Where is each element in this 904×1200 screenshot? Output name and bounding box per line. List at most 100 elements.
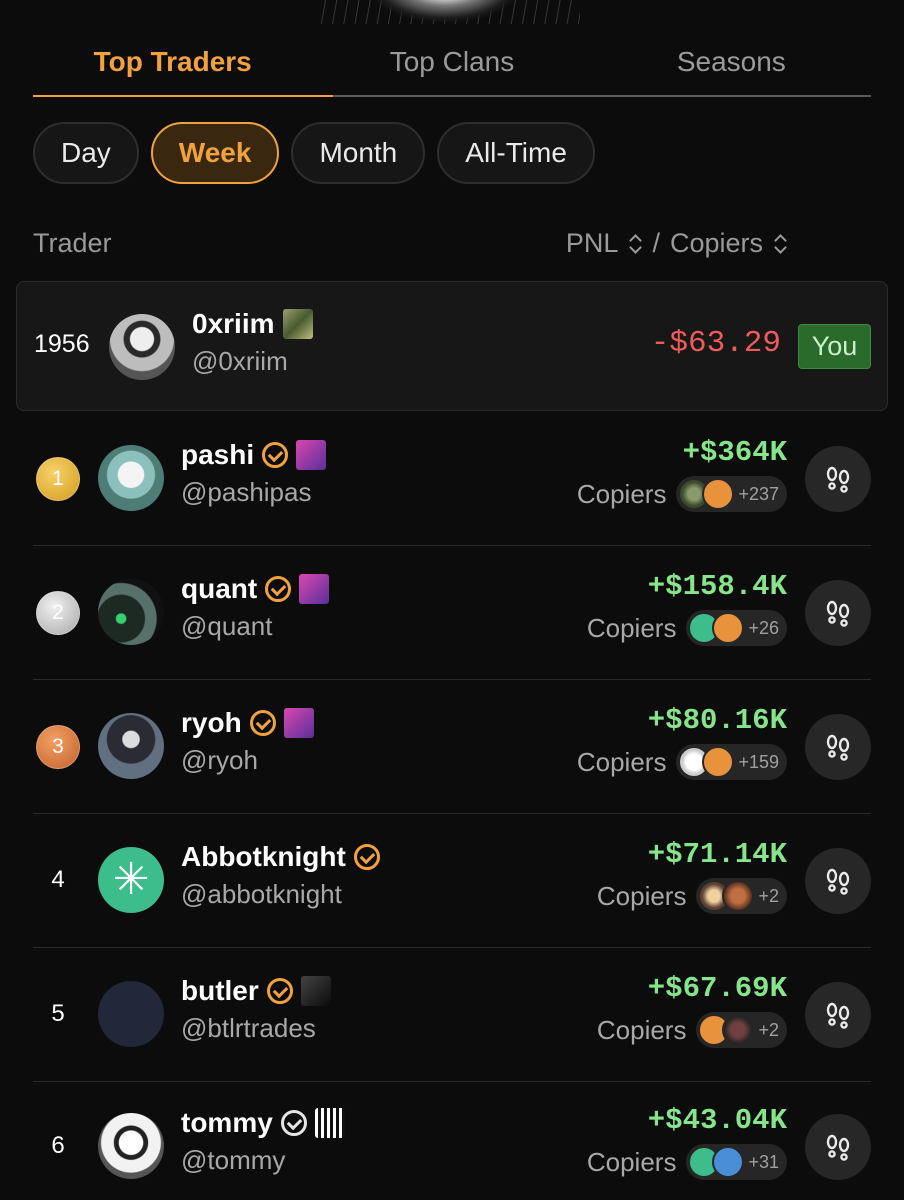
avatar (98, 981, 164, 1047)
rank-number: 5 (51, 1000, 65, 1027)
table-row[interactable]: 2 quant @quant +$158.4K Copiers +26 (0, 546, 904, 680)
copy-trader-button[interactable] (805, 982, 871, 1048)
copiers-info: Copiers +159 (577, 744, 787, 780)
rank-number: 4 (51, 866, 65, 893)
period-alltime-button[interactable]: All-Time (437, 122, 595, 184)
copier-avatar (702, 478, 735, 510)
footprints-icon (826, 734, 850, 761)
copier-avatar (712, 612, 745, 644)
copiers-count: +26 (748, 617, 779, 638)
trader-pnl: +$80.16K (647, 704, 787, 737)
column-header-copiers[interactable]: Copiers (670, 228, 763, 259)
column-header-trader: Trader (33, 228, 112, 258)
tab-top-clans[interactable]: Top Clans (312, 40, 591, 97)
verified-icon (262, 442, 289, 468)
trader-handle: @ryoh (181, 745, 258, 775)
trader-name: butler (181, 975, 259, 1006)
rank-medal-silver: 2 (36, 591, 80, 635)
copiers-count: +31 (748, 1151, 779, 1172)
sort-pnl-icon[interactable] (628, 233, 642, 255)
trader-pnl: +$364K (682, 436, 787, 469)
tab-seasons[interactable]: Seasons (592, 40, 871, 97)
copiers-count: +2 (758, 1019, 779, 1040)
copy-trader-button[interactable] (805, 714, 871, 780)
copy-trader-button[interactable] (805, 848, 871, 914)
leaderboard-tabs: Top Traders Top Clans Seasons (33, 40, 871, 97)
rank-number: 6 (51, 1132, 65, 1159)
nft-badge-icon (314, 1108, 345, 1138)
trader-name: Abbotknight (181, 841, 346, 872)
trader-handle: @0xriim (192, 346, 288, 376)
copiers-count: +2 (758, 885, 779, 906)
trader-name: ryoh (181, 707, 242, 738)
trader-pnl: +$71.14K (647, 838, 787, 871)
table-row[interactable]: 6 tommy @tommy +$43.04K Copiers +31 (0, 1080, 904, 1200)
copiers-info: Copiers +2 (597, 878, 787, 914)
trader-handle: @tommy (181, 1145, 286, 1175)
copiers-label: Copiers (576, 746, 667, 777)
period-filter: Day Week Month All-Time (33, 122, 595, 184)
footprints-icon (826, 466, 850, 493)
copiers-count: +159 (738, 751, 779, 772)
column-header-sort: PNL / Copiers (566, 228, 787, 259)
copiers-label: Copiers (596, 1014, 687, 1045)
trader-handle: @quant (181, 611, 273, 641)
rank-medal-gold: 1 (36, 457, 80, 501)
trader-name: 0xriim (192, 308, 275, 339)
trader-pnl: +$158.4K (647, 570, 787, 603)
verified-icon (266, 978, 293, 1004)
nft-badge-icon (296, 440, 327, 470)
period-month-button[interactable]: Month (291, 122, 426, 184)
active-tab-indicator (33, 95, 333, 97)
copiers-count: +237 (738, 483, 779, 504)
table-row[interactable]: 4 ✳ Abbotknight @abbotknight +$71.14K Co… (0, 814, 904, 948)
copier-avatars[interactable]: +2 (696, 1012, 787, 1048)
copier-avatars[interactable]: +159 (676, 744, 787, 780)
copy-trader-button[interactable] (805, 1114, 871, 1180)
copier-avatars[interactable]: +237 (676, 476, 787, 512)
footprints-icon (826, 868, 850, 895)
trader-name: pashi (181, 439, 255, 470)
sort-copiers-icon[interactable] (773, 233, 787, 255)
copiers-info: Copiers +237 (577, 476, 787, 512)
table-row[interactable]: 1 pashi @pashipas +$364K Copiers +237 (0, 412, 904, 546)
verified-icon (280, 1110, 307, 1136)
column-header-pnl[interactable]: PNL (566, 228, 619, 259)
avatar (98, 445, 164, 511)
you-badge: You (798, 324, 871, 369)
copiers-label: Copiers (596, 880, 687, 911)
starburst-icon: ✳ (112, 855, 150, 904)
copier-avatars[interactable]: +26 (686, 610, 787, 646)
trader-handle: @btlrtrades (181, 1013, 316, 1043)
copy-trader-button[interactable] (805, 446, 871, 512)
verified-icon (265, 576, 292, 602)
verified-icon (353, 844, 380, 870)
current-user-rank: 1956 (34, 330, 90, 358)
copier-avatar (702, 746, 735, 778)
copier-avatars[interactable]: +31 (686, 1144, 787, 1180)
copier-avatars[interactable]: +2 (696, 878, 787, 914)
current-user-pnl: -$63.29 (650, 326, 781, 361)
period-day-button[interactable]: Day (33, 122, 139, 184)
trader-pnl: +$43.04K (647, 1104, 787, 1137)
column-header-separator: / (652, 228, 660, 258)
copiers-label: Copiers (576, 478, 667, 509)
copier-avatar (712, 1146, 745, 1178)
nft-badge-icon (282, 309, 313, 339)
tab-top-traders[interactable]: Top Traders (33, 40, 312, 97)
verified-icon (249, 710, 276, 736)
trader-name: tommy (181, 1107, 273, 1138)
table-row[interactable]: 3 ryoh @ryoh +$80.16K Copiers +159 (0, 680, 904, 814)
copiers-info: Copiers +31 (587, 1144, 787, 1180)
avatar: ✳ (98, 847, 164, 913)
trader-handle: @pashipas (181, 477, 312, 507)
footprints-icon (826, 1002, 850, 1029)
footprints-icon (826, 600, 850, 627)
table-row[interactable]: 5 butler @btlrtrades +$67.69K Copiers +2 (0, 948, 904, 1082)
copier-avatar (722, 880, 755, 912)
nft-badge-icon (300, 976, 331, 1006)
period-week-button[interactable]: Week (150, 122, 280, 184)
current-user-row[interactable]: 1956 0xriim @0xriim -$63.29 You (16, 281, 888, 411)
copy-trader-button[interactable] (805, 580, 871, 646)
avatar (98, 713, 164, 779)
